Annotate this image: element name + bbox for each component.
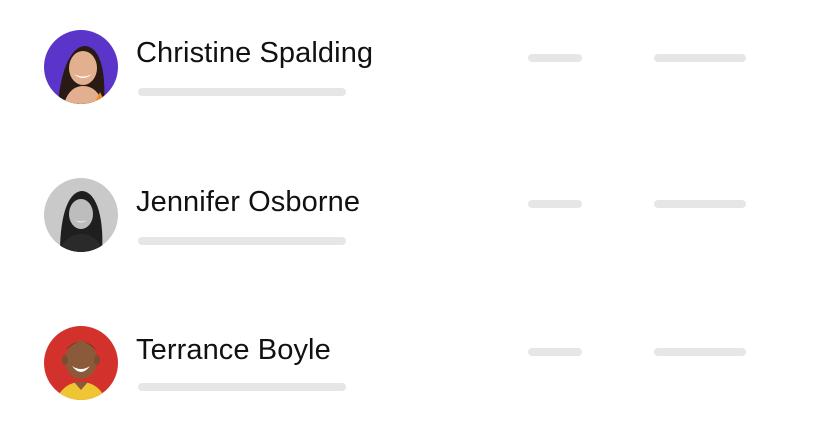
contact-row[interactable]: Christine Spalding: [0, 28, 820, 118]
column-placeholder-bar: [654, 348, 746, 356]
avatar-christine: [44, 30, 118, 104]
column-placeholder-bar: [528, 200, 582, 208]
column-placeholder-bar: [528, 348, 582, 356]
detail-placeholder-bar: [138, 237, 346, 245]
contact-row[interactable]: Jennifer Osborne: [0, 178, 820, 268]
column-placeholder-bar: [528, 54, 582, 62]
contact-row[interactable]: Terrance Boyle: [0, 326, 820, 416]
detail-placeholder-bar: [138, 88, 346, 96]
avatar-jennifer: [44, 178, 118, 252]
avatar-terrance-photo: [44, 326, 118, 400]
avatar-jennifer-photo: [44, 178, 118, 252]
contact-name: Jennifer Osborne: [136, 186, 361, 218]
contact-name: Terrance Boyle: [136, 334, 331, 366]
column-placeholder-bar: [654, 200, 746, 208]
detail-placeholder-bar: [138, 383, 346, 391]
column-placeholder-bar: [654, 54, 746, 62]
avatar-terrance: [44, 326, 118, 400]
avatar-christine-photo: [44, 30, 118, 104]
contact-name: Christine Spalding: [136, 37, 374, 69]
